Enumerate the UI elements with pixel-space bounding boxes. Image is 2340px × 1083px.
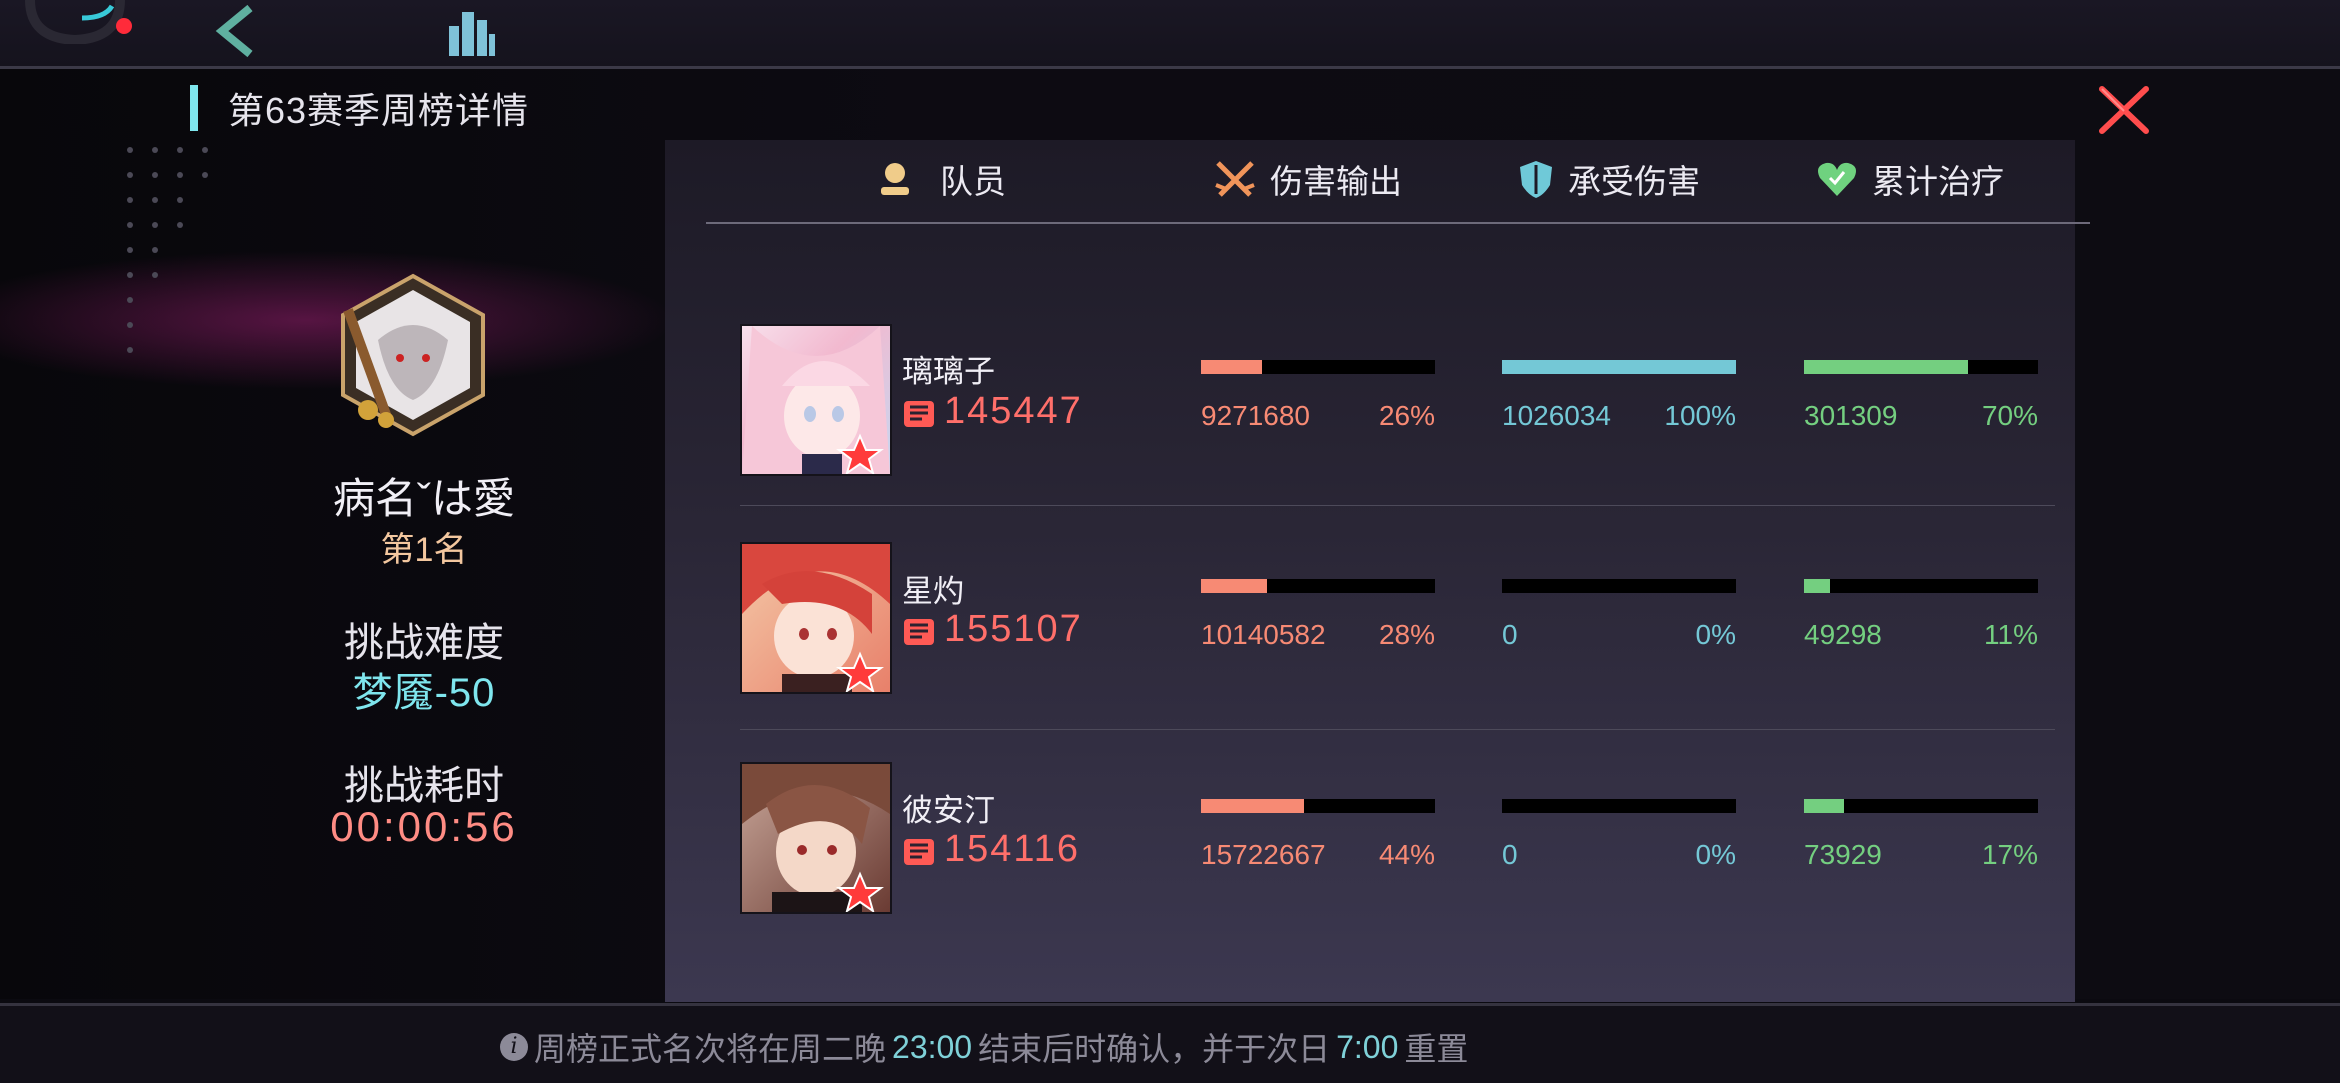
damage-bar — [1201, 360, 1435, 374]
healing-percent: 70% — [1981, 400, 2038, 431]
taken-percent: 0% — [1695, 839, 1736, 870]
member-icon — [881, 163, 909, 195]
player-avatar[interactable] — [328, 270, 498, 440]
taken-bar-fill — [1502, 360, 1736, 374]
time-value: 00:00:56 — [330, 803, 518, 850]
member-power: 155107 — [902, 608, 1083, 651]
damage-percent: 28% — [1378, 619, 1435, 650]
back-icon[interactable] — [210, 4, 260, 58]
portrait-art — [742, 764, 890, 912]
row-divider — [740, 729, 2055, 730]
swords-icon — [1215, 161, 1255, 197]
member-name: 星灼 — [902, 574, 964, 609]
heart-icon — [1818, 162, 1856, 196]
healing-bar-fill — [1804, 799, 1844, 813]
dot-pattern-decoration — [127, 147, 208, 353]
row-divider — [740, 505, 2055, 506]
player-name: 病名ˇは愛 — [333, 475, 515, 522]
healing-percent: 17% — [1981, 839, 2038, 870]
page-title: 第63赛季周榜详情 — [228, 90, 530, 131]
footer-notice-part1: 周榜正式名次将在周二晚 — [534, 1031, 887, 1067]
header-member-label: 队员 — [940, 163, 1006, 200]
title-accent-bar — [190, 85, 198, 131]
member-portrait[interactable] — [740, 542, 892, 694]
healing-bar — [1804, 579, 2038, 593]
taken-bar — [1502, 579, 1736, 593]
damage-bar-fill — [1201, 360, 1262, 374]
damage-bar-fill — [1201, 579, 1267, 593]
damage-bar — [1201, 579, 1435, 593]
healing-bar-fill — [1804, 579, 1830, 593]
portrait-art — [742, 544, 890, 692]
member-portrait[interactable] — [740, 762, 892, 914]
damage-bar-fill — [1201, 799, 1304, 813]
power-fist-icon — [904, 400, 934, 427]
member-power-value: 145447 — [944, 390, 1083, 432]
footer-notice-time1: 23:00 — [892, 1028, 973, 1065]
healing-bar-fill — [1804, 360, 1968, 374]
header-member: 队员 — [878, 155, 1006, 203]
difficulty-value: 梦魇-50 — [352, 671, 496, 715]
header-taken-label: 承受伤害 — [1568, 163, 1700, 200]
header-taken: 承受伤害 — [1518, 155, 1700, 203]
healing-value: 301309 — [1804, 400, 1898, 431]
taken-bar — [1502, 360, 1736, 374]
close-icon[interactable] — [2098, 85, 2150, 135]
damage-percent: 44% — [1378, 839, 1435, 870]
header-healing-label: 累计治疗 — [1872, 163, 2004, 200]
healing-percent: 11% — [1984, 619, 2038, 650]
top-bar — [0, 0, 2340, 69]
home-city-icon[interactable] — [445, 6, 497, 58]
healing-value: 73929 — [1804, 839, 1882, 870]
header-damage-label: 伤害输出 — [1270, 163, 1402, 200]
damage-bar — [1201, 799, 1435, 813]
member-name: 璃璃子 — [902, 354, 995, 389]
footer-notice: i 周榜正式名次将在周二晚 23:00 结束后时确认，并于次日 7:00 重置 — [500, 1024, 1468, 1070]
header-damage: 伤害输出 — [1214, 155, 1402, 203]
footer-notice-part2: 结束后时确认，并于次日 — [978, 1031, 1331, 1067]
menu-ring-icon[interactable] — [20, 0, 140, 44]
damage-value: 10140582 — [1201, 619, 1326, 650]
power-fist-icon — [904, 838, 934, 865]
footer-notice-time2: 7:00 — [1336, 1028, 1399, 1065]
taken-percent: 100% — [1664, 400, 1736, 431]
portrait-art — [742, 326, 890, 474]
healing-bar — [1804, 360, 2038, 374]
taken-value: 0 — [1502, 619, 1518, 650]
damage-value: 15722667 — [1201, 839, 1326, 870]
damage-percent: 26% — [1378, 400, 1435, 431]
member-power-value: 155107 — [944, 608, 1083, 650]
member-power-value: 154116 — [944, 828, 1080, 870]
footer-notice-part3: 重置 — [1404, 1031, 1469, 1067]
member-power: 154116 — [902, 828, 1080, 871]
header-divider — [706, 222, 2090, 224]
power-fist-icon — [904, 618, 934, 645]
info-icon: i — [500, 1033, 528, 1061]
taken-bar — [1502, 799, 1736, 813]
taken-value: 1026034 — [1502, 400, 1612, 431]
header-healing: 累计治疗 — [1816, 155, 2004, 203]
member-power: 145447 — [902, 390, 1083, 433]
healing-value: 49298 — [1804, 619, 1882, 650]
healing-bar — [1804, 799, 2038, 813]
player-rank: 第1名 — [380, 531, 468, 569]
member-name: 彼安汀 — [902, 793, 995, 828]
damage-value: 9271680 — [1201, 400, 1311, 431]
taken-percent: 0% — [1695, 619, 1736, 650]
taken-value: 0 — [1502, 839, 1518, 870]
member-portrait[interactable] — [740, 324, 892, 476]
shield-icon — [1520, 161, 1552, 198]
